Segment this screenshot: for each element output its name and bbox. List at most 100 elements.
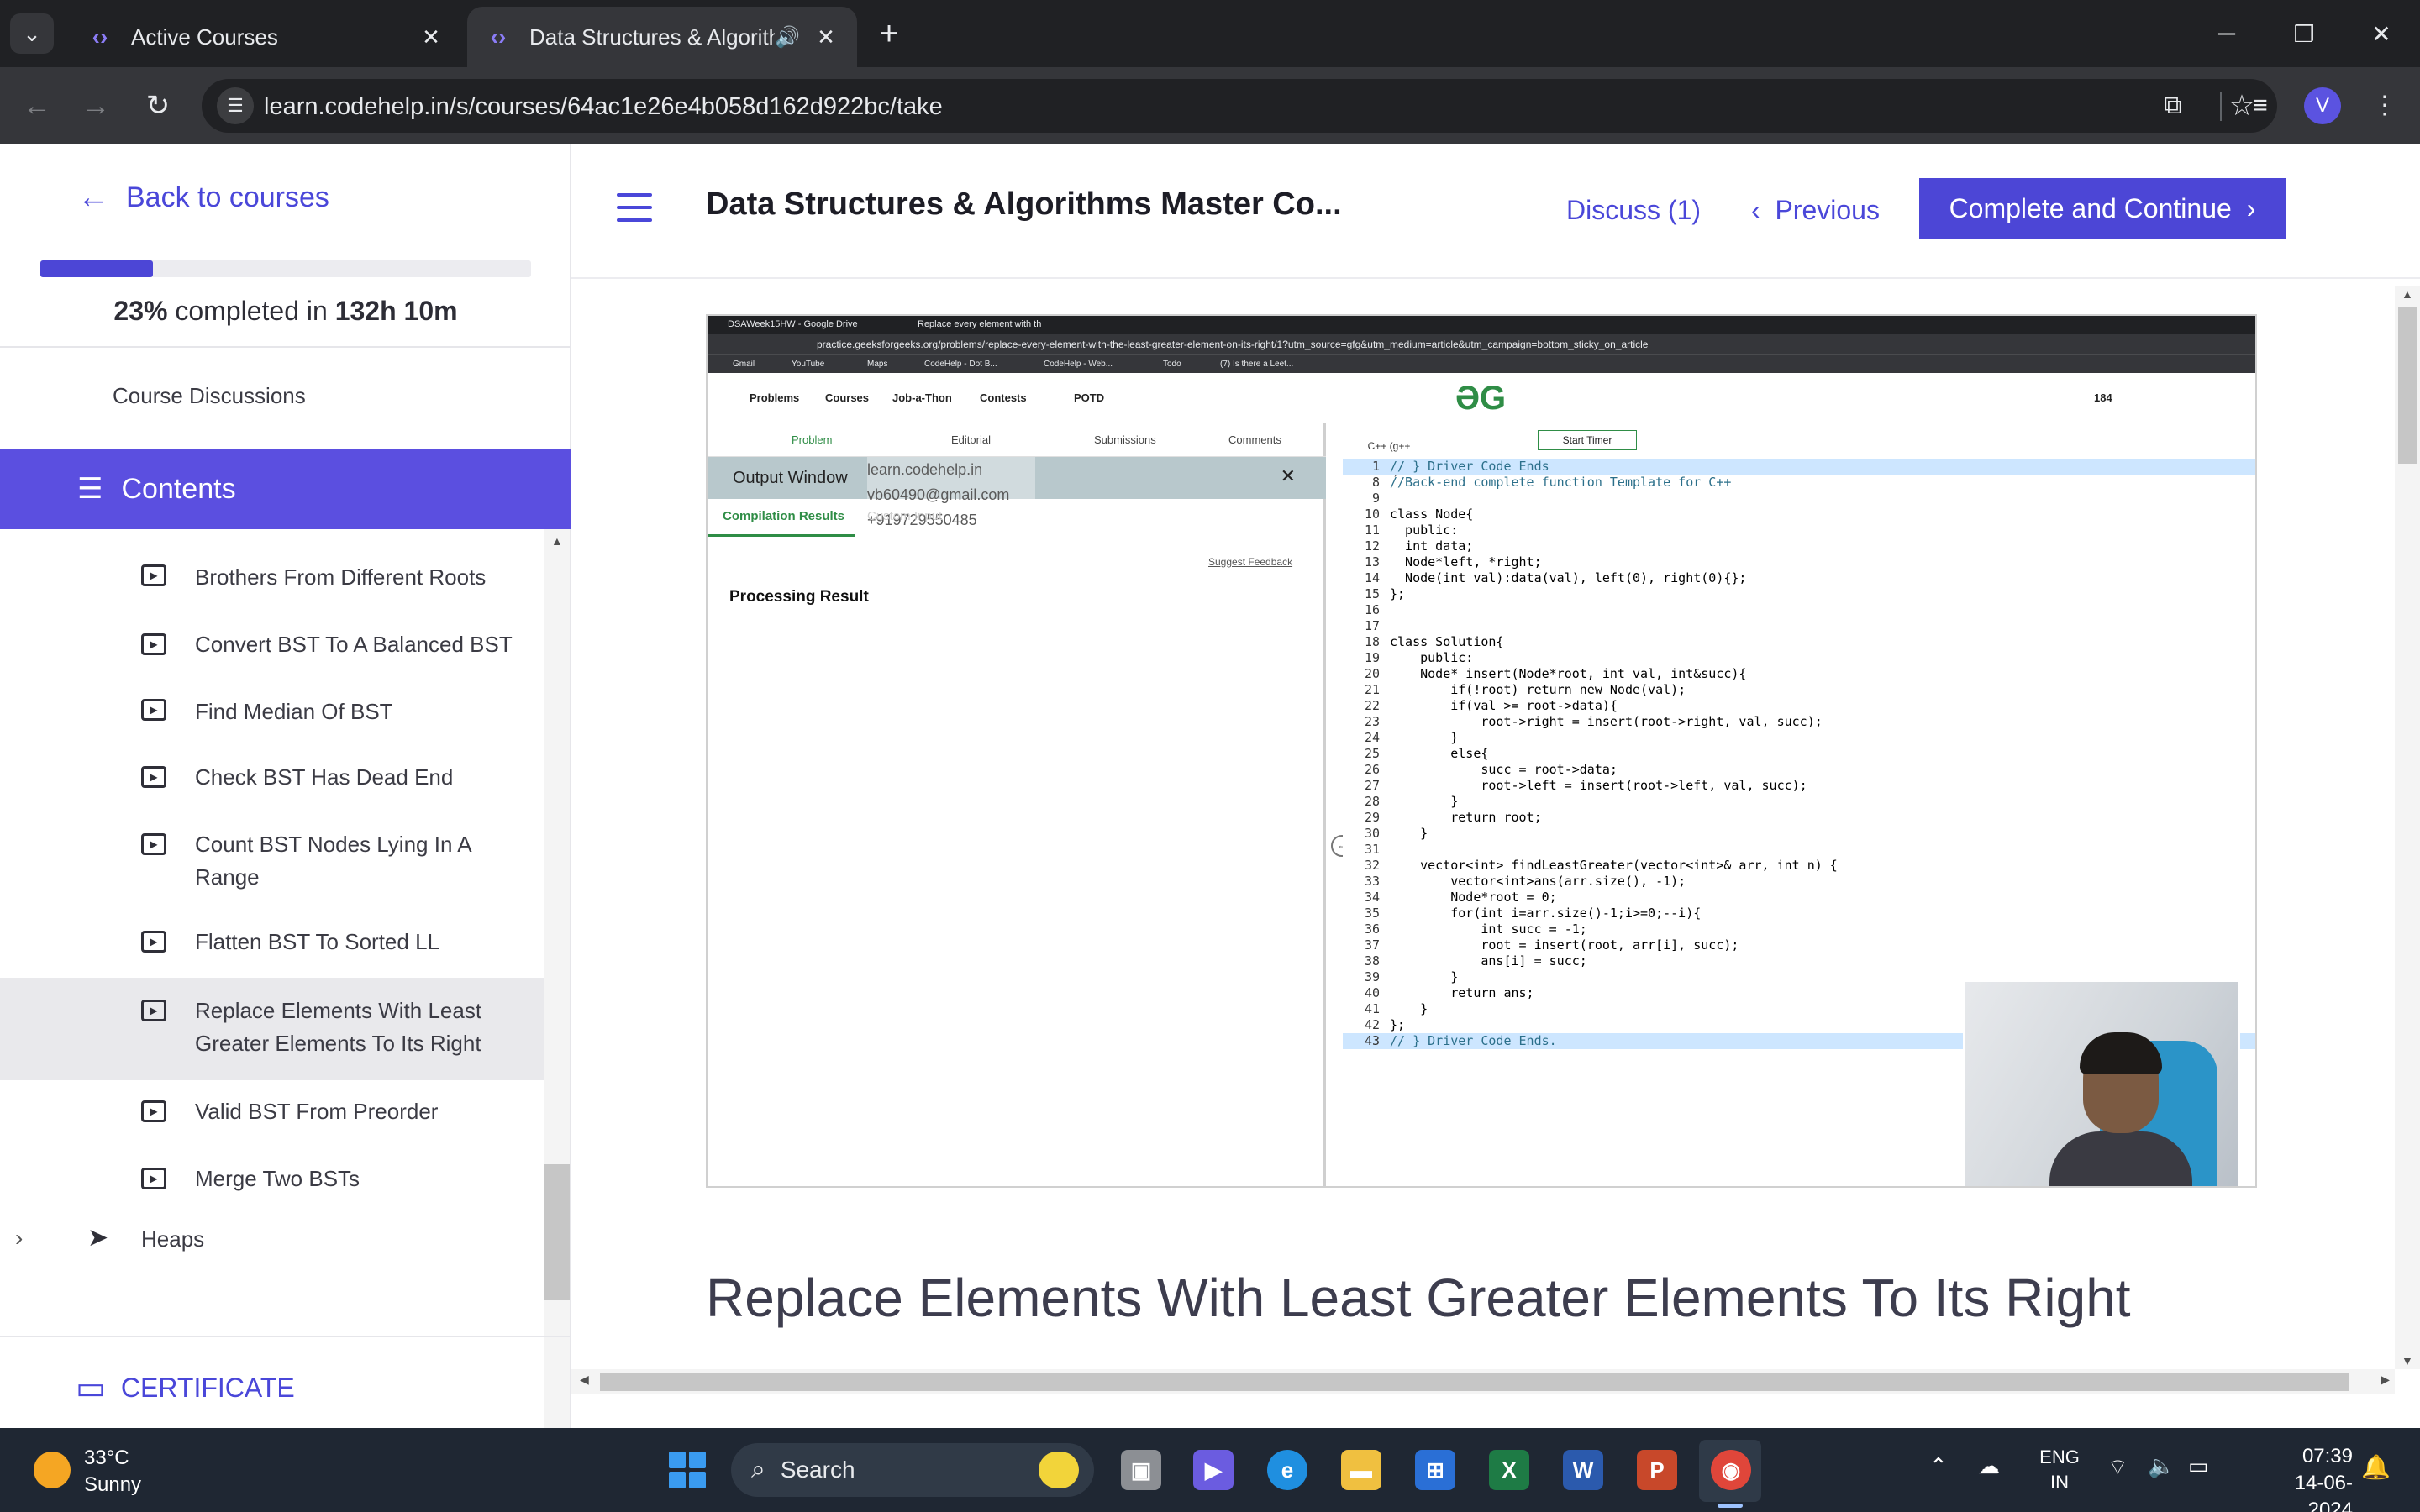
- powerpoint-icon[interactable]: P: [1637, 1450, 1677, 1490]
- code-text: }: [1390, 969, 1459, 984]
- chrome-icon[interactable]: ◉: [1711, 1450, 1751, 1490]
- code-line: 12 int data;: [1343, 538, 2255, 554]
- tab-close-icon[interactable]: ✕: [418, 24, 444, 50]
- back-to-courses-link[interactable]: ← Back to courses: [77, 180, 329, 216]
- lesson-item[interactable]: ▶ Check BST Has Dead End: [0, 744, 544, 811]
- edge-icon[interactable]: e: [1267, 1450, 1307, 1490]
- scrollbar-thumb[interactable]: [600, 1373, 2349, 1391]
- video-play-icon: ▶: [141, 833, 166, 855]
- compilation-results-tab: Compilation Results: [723, 509, 845, 523]
- panel-tab: Submissions: [1094, 433, 1156, 446]
- sun-icon[interactable]: [34, 1452, 71, 1488]
- hamburger-menu-icon[interactable]: [617, 193, 652, 222]
- browser-tab-active-courses[interactable]: ‹› Active Courses ✕: [69, 7, 462, 67]
- lesson-item[interactable]: ▶ Merge Two BSTs: [0, 1147, 544, 1215]
- course-discussions-link[interactable]: Course Discussions: [113, 383, 306, 409]
- lesson-item[interactable]: ▶ Count BST Nodes Lying In A Range: [0, 811, 544, 911]
- extensions-icon[interactable]: ⧉: [2153, 86, 2193, 126]
- browser-tab-dsa-course[interactable]: ‹› Data Structures & Algorithm 🔊 ✕: [467, 7, 857, 67]
- weather-temperature[interactable]: 33°C: [84, 1446, 129, 1470]
- media-control-icon[interactable]: ≡: [2240, 86, 2281, 126]
- panel-tab: Editorial: [951, 433, 991, 446]
- code-text: }: [1390, 794, 1459, 809]
- store-icon[interactable]: ⊞: [1415, 1450, 1455, 1490]
- teams-icon[interactable]: ▶: [1193, 1450, 1234, 1490]
- certificate-link[interactable]: ▭ CERTIFICATE: [76, 1369, 295, 1407]
- previous-link[interactable]: ‹ Previous: [1751, 195, 1880, 226]
- volume-icon[interactable]: 🔈: [2148, 1453, 2175, 1479]
- lesson-label: Merge Two BSTs: [195, 1166, 360, 1191]
- code-line: 19 public:: [1343, 650, 2255, 666]
- main-vertical-scrollbar[interactable]: ▲ ▼: [2395, 286, 2420, 1369]
- line-number: 15: [1364, 586, 1380, 601]
- profile-avatar[interactable]: V: [2304, 87, 2341, 124]
- battery-icon[interactable]: ▭: [2188, 1453, 2209, 1479]
- code-text: }: [1390, 1001, 1428, 1016]
- gfg-nav-item: Courses: [825, 391, 870, 404]
- excel-icon[interactable]: X: [1489, 1450, 1529, 1490]
- code-text: public:: [1390, 650, 1474, 665]
- output-window-title: Output Window: [733, 469, 848, 487]
- chrome-menu-icon[interactable]: ⋮: [2365, 86, 2405, 126]
- scroll-left-icon[interactable]: ◀: [580, 1373, 589, 1387]
- wifi-icon[interactable]: ⌔: [2107, 1453, 2128, 1481]
- file-explorer-icon[interactable]: ▬: [1341, 1450, 1381, 1490]
- system-clock[interactable]: 07:39 14-06-2024: [2260, 1443, 2353, 1512]
- new-tab-button[interactable]: +: [871, 15, 908, 52]
- onedrive-icon[interactable]: ☁: [1978, 1453, 2000, 1479]
- scroll-up-icon[interactable]: ▲: [2402, 287, 2413, 301]
- lesson-item[interactable]: ▶ Flatten BST To Sorted LL: [0, 911, 544, 978]
- minimize-button[interactable]: ─: [2188, 0, 2265, 67]
- lesson-item[interactable]: ▶ Convert BST To A Balanced BST: [0, 612, 544, 679]
- scroll-right-icon[interactable]: ▶: [2381, 1373, 2390, 1387]
- lesson-item[interactable]: ▶ Brothers From Different Roots: [0, 546, 544, 612]
- main-horizontal-scrollbar[interactable]: ◀ ▶: [571, 1369, 2395, 1394]
- chevron-right-icon[interactable]: ›: [15, 1225, 23, 1252]
- code-line: 26 succ = root->data;: [1343, 762, 2255, 778]
- address-bar[interactable]: ☰ learn.codehelp.in/s/courses/64ac1e26e4…: [202, 79, 2277, 133]
- sidebar-scrollbar[interactable]: ▲ ▼: [544, 529, 570, 1470]
- lesson-item[interactable]: ▶ Valid BST From Preorder: [0, 1080, 544, 1147]
- scrollbar-thumb[interactable]: [544, 1164, 570, 1300]
- lesson-item[interactable]: ▶ Find Median Of BST: [0, 679, 544, 744]
- word-icon[interactable]: W: [1563, 1450, 1603, 1490]
- scroll-down-icon[interactable]: ▼: [2402, 1354, 2413, 1368]
- line-number: 22: [1364, 698, 1380, 713]
- custom-input-tab: Custom Input: [867, 509, 943, 523]
- clock-time: 07:39: [2302, 1445, 2353, 1467]
- windows-start-icon[interactable]: [669, 1452, 706, 1488]
- reload-icon[interactable]: ↻: [138, 86, 178, 126]
- complete-and-continue-button[interactable]: Complete and Continue ›: [1919, 178, 2286, 239]
- active-app-indicator: [1718, 1504, 1743, 1508]
- code-text: Node*left, *right;: [1390, 554, 1542, 570]
- course-sidebar: ← Back to courses 23% completed in 132h …: [0, 144, 571, 1470]
- tab-close-icon[interactable]: ✕: [813, 24, 839, 50]
- language-indicator[interactable]: ENG IN: [2035, 1445, 2084, 1495]
- tab-search-button[interactable]: ⌄: [10, 13, 54, 54]
- section-heaps[interactable]: › ➤ Heaps: [0, 1215, 544, 1265]
- contents-header[interactable]: ☰ Contents: [0, 449, 571, 529]
- discuss-link[interactable]: Discuss (1): [1566, 195, 1701, 226]
- complete-label: Complete and Continue: [1949, 192, 2232, 223]
- site-info-icon[interactable]: ☰: [217, 87, 254, 124]
- close-window-button[interactable]: ✕: [2343, 0, 2420, 67]
- code-lines: 1 // } Driver Code Ends 8 //Back-end comple…: [1343, 459, 2255, 1049]
- editor-header: C++ (g++ 5.4) Start Timer: [1343, 423, 2255, 477]
- speaker-icon[interactable]: 🔊: [775, 25, 800, 50]
- scroll-up-icon[interactable]: ▲: [551, 534, 563, 548]
- weather-description[interactable]: Sunny: [84, 1473, 141, 1497]
- lesson-main: Data Structures & Algorithms Master Co..…: [571, 144, 2420, 1428]
- forward-arrow-icon[interactable]: →: [76, 86, 116, 126]
- lesson-label: Find Median Of BST: [195, 699, 393, 724]
- back-arrow-icon[interactable]: ←: [17, 86, 57, 126]
- restore-button[interactable]: ❐: [2265, 0, 2343, 67]
- code-line: 13 Node*left, *right;: [1343, 554, 2255, 570]
- lesson-item-current[interactable]: ▶ Replace Elements With Least Greater El…: [0, 978, 544, 1080]
- chevron-up-icon[interactable]: ⌃: [1929, 1453, 1948, 1479]
- task-view-icon[interactable]: ▣: [1121, 1450, 1161, 1490]
- notification-bell-icon[interactable]: 🔔: [2361, 1453, 2391, 1481]
- taskbar-search[interactable]: ⌕ Search: [731, 1443, 1094, 1497]
- lesson-video[interactable]: DSAWeek15HW - Google Drive Replace every…: [706, 314, 2257, 1188]
- video-play-icon: ▶: [141, 564, 166, 586]
- scrollbar-thumb[interactable]: [2398, 307, 2417, 464]
